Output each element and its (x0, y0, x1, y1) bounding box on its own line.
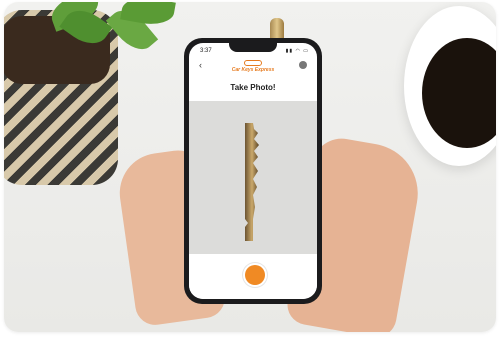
camera-shutter-icon[interactable] (245, 265, 265, 285)
key-logo-icon (244, 60, 262, 66)
page-title: Take Photo! (230, 83, 276, 92)
smartphone: 3:37 ▮▮ ◠ ▭ ‹ Car Keys Express Take Phot… (184, 38, 322, 304)
status-time: 3:37 (200, 48, 212, 54)
user-icon[interactable] (299, 61, 307, 69)
photo-scene: 3:37 ▮▮ ◠ ▭ ‹ Car Keys Express Take Phot… (0, 0, 500, 337)
capture-bar (189, 254, 317, 299)
chevron-left-icon[interactable]: ‹ (199, 59, 202, 71)
logo-text: Car Keys Express (231, 67, 275, 73)
key-head-behind-phone (270, 18, 284, 40)
camera-viewfinder (189, 101, 317, 254)
coffee (422, 38, 496, 148)
phone-screen: 3:37 ▮▮ ◠ ▭ ‹ Car Keys Express Take Phot… (189, 43, 317, 299)
phone-notch (229, 43, 277, 52)
app-logo: Car Keys Express (223, 60, 283, 73)
key-silhouette (245, 123, 259, 241)
status-icons: ▮▮ ◠ ▭ (285, 48, 309, 54)
coffee-cup (404, 6, 496, 166)
photo-background: 3:37 ▮▮ ◠ ▭ ‹ Car Keys Express Take Phot… (4, 2, 496, 332)
